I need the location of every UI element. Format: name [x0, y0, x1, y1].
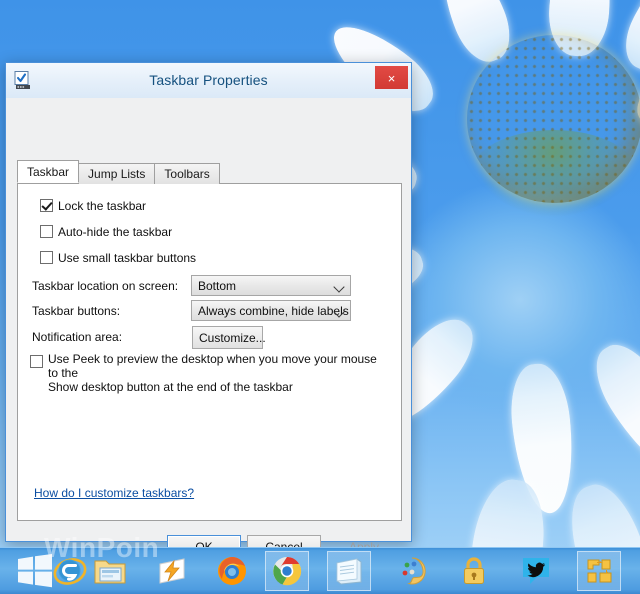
winamp-icon[interactable] — [150, 551, 194, 591]
customize-button[interactable]: Customize... — [192, 326, 266, 349]
use-peek-label-line1: Use Peek to preview the desktop when you… — [48, 352, 377, 380]
paint-icon[interactable] — [390, 551, 434, 591]
taskbar-location-select[interactable]: Bottom — [191, 275, 351, 296]
close-icon[interactable]: × — [375, 66, 408, 89]
lock-taskbar-checkbox[interactable] — [40, 199, 53, 212]
google-chrome-icon[interactable] — [265, 551, 309, 591]
use-peek-checkbox[interactable] — [30, 355, 43, 368]
use-peek-label-line2: Show desktop button at the end of the ta… — [48, 380, 293, 394]
window-titlebar[interactable]: Taskbar Properties × — [6, 63, 411, 99]
checkbox-row-lock-taskbar[interactable]: Lock the taskbar — [40, 199, 146, 213]
desktop: Taskbar Properties × Taskbar Jump Lists To… — [0, 0, 640, 594]
taskbar-buttons-label: Taskbar buttons: — [32, 304, 121, 318]
taskbar-location-label: Taskbar location on screen: — [32, 279, 179, 293]
use-peek-row[interactable]: Use Peek to preview the desktop when you… — [30, 352, 390, 394]
auto-hide-checkbox[interactable] — [40, 225, 53, 238]
small-taskbar-buttons-checkbox[interactable] — [40, 251, 53, 264]
taskbar-buttons-value: Always combine, hide labels — [198, 304, 349, 318]
taskbar-tab-panel: Lock the taskbar Auto-hide the taskbar U… — [17, 183, 402, 521]
notepad-icon[interactable] — [327, 551, 371, 591]
firefox-icon[interactable] — [210, 551, 254, 591]
twitter-icon[interactable] — [514, 551, 558, 591]
chevron-down-icon — [333, 281, 345, 293]
taskbar-buttons-select[interactable]: Always combine, hide labels — [191, 300, 351, 321]
windows-taskbar: WinPoin — [0, 532, 640, 594]
tab-jump-lists[interactable]: Jump Lists — [78, 163, 156, 184]
checkbox-row-auto-hide[interactable]: Auto-hide the taskbar — [40, 225, 172, 239]
file-explorer-icon[interactable] — [88, 551, 132, 591]
auto-hide-label: Auto-hide the taskbar — [58, 225, 173, 239]
tab-taskbar[interactable]: Taskbar — [17, 160, 80, 183]
padlock-icon[interactable] — [452, 551, 496, 591]
checkbox-row-small-buttons[interactable]: Use small taskbar buttons — [40, 251, 196, 265]
notification-area-label: Notification area: — [32, 330, 123, 344]
small-taskbar-buttons-label: Use small taskbar buttons — [58, 251, 197, 265]
customize-taskbars-link[interactable]: How do I customize taskbars? — [34, 486, 194, 500]
internet-explorer-icon[interactable] — [48, 551, 92, 591]
tab-strip: Taskbar Jump Lists Toolbars — [17, 160, 220, 184]
start-button[interactable] — [18, 554, 52, 588]
cascade-windows-icon[interactable] — [577, 551, 621, 591]
lock-taskbar-label: Lock the taskbar — [58, 199, 147, 213]
taskbar-location-value: Bottom — [198, 279, 237, 293]
window-title: Taskbar Properties — [149, 72, 268, 88]
tab-toolbars[interactable]: Toolbars — [154, 163, 220, 184]
taskbar-properties-window: Taskbar Properties × Taskbar Jump Lists To… — [5, 62, 412, 558]
window-body: Taskbar Jump Lists Toolbars Lock the taskb… — [6, 98, 411, 558]
